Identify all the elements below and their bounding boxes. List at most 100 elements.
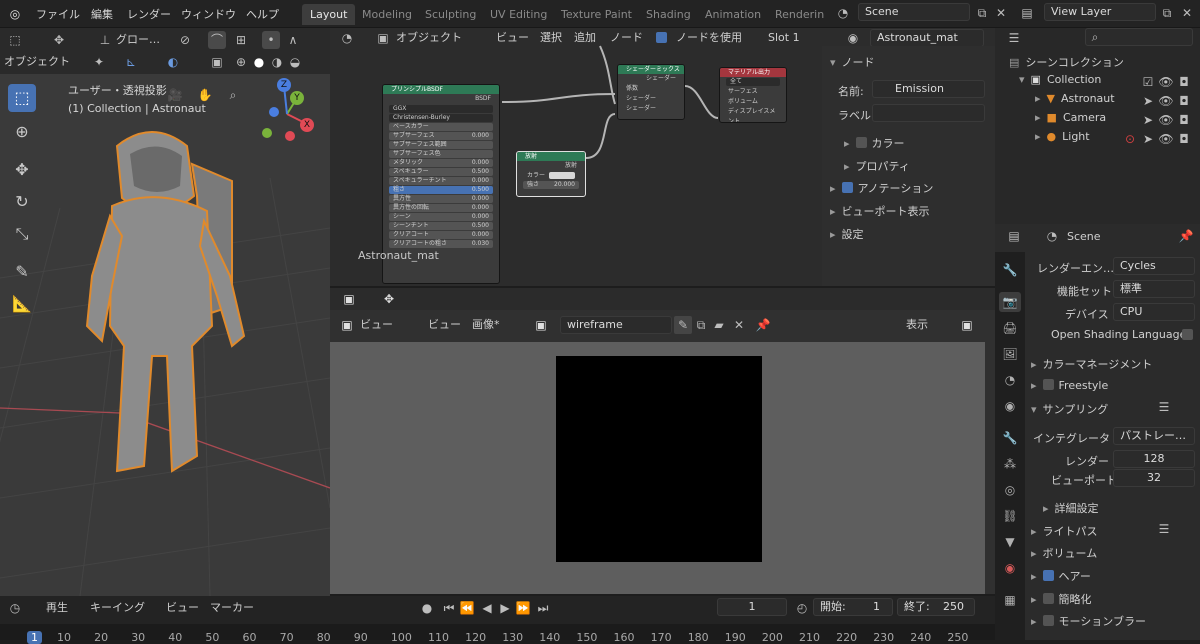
camera-view-icon[interactable]: 🎥 [166, 86, 184, 104]
simplify-panel[interactable]: ▸ 簡略化 [1031, 591, 1092, 607]
new-scene-icon[interactable]: ⧉ [973, 4, 991, 22]
menu-image[interactable]: 画像* [472, 316, 500, 334]
view-object-types-icon[interactable]: ✦ [90, 53, 108, 71]
view-layer-icon[interactable]: ▤ [1018, 4, 1036, 22]
texture-tab-icon[interactable]: ▦ [999, 590, 1021, 610]
hair-checkbox[interactable] [1042, 570, 1054, 581]
image-icon[interactable]: ▣ [338, 316, 356, 334]
display-dropdown[interactable]: 表示 [906, 316, 928, 334]
material-tab-icon[interactable]: ◉ [999, 558, 1021, 578]
editor-type-icon[interactable]: ⬚ [6, 31, 24, 49]
gizmo-toggle-icon[interactable]: ⊾ [122, 53, 140, 71]
device-dropdown[interactable]: CPU [1113, 303, 1195, 321]
measure-tool-icon[interactable]: 📐 [8, 290, 36, 318]
render-camera-icon[interactable]: ◘ [1175, 92, 1193, 110]
world-tab-icon[interactable]: ◉ [999, 396, 1021, 416]
node-input-row[interactable]: サブサーフェス色 [389, 150, 493, 158]
select-box-tool-icon[interactable]: ⬚ [8, 84, 36, 112]
material-selector[interactable]: Astronaut_mat [870, 29, 984, 47]
shading-wireframe-icon[interactable]: ⊕ [232, 53, 250, 71]
menu-edit[interactable]: 編集 [91, 6, 113, 22]
play-reverse-icon[interactable]: ◀ [478, 599, 496, 617]
tab-uv-editing[interactable]: UV Editing [482, 4, 555, 25]
osl-checkbox[interactable] [1182, 329, 1193, 340]
display-channels-icon[interactable]: ▣ [958, 316, 976, 334]
fake-user-icon[interactable]: ✎ [674, 316, 692, 334]
timeline-editor-icon[interactable]: ◷ [6, 599, 24, 617]
overlay-toggle-icon[interactable]: ◐ [164, 53, 182, 71]
integrator-dropdown[interactable]: パストレー… [1113, 427, 1195, 445]
color-management-panel[interactable]: ▸ カラーマネージメント [1031, 356, 1152, 372]
volumes-panel[interactable]: ▸ ボリューム [1031, 545, 1097, 561]
rotate-tool-icon[interactable]: ↻ [8, 188, 36, 216]
node-input-row[interactable]: スペキュラー 0.500 [389, 168, 493, 176]
node-input-row[interactable]: スペキュラーチント 0.000 [389, 177, 493, 185]
node-input-row[interactable]: クリアコート 0.000 [389, 231, 493, 239]
physics-tab-icon[interactable]: ◎ [999, 480, 1021, 500]
blender-logo-icon[interactable]: ◎ [6, 5, 24, 23]
menu-file[interactable]: ファイル [36, 6, 80, 22]
tab-rendering[interactable]: Renderin [767, 4, 832, 25]
snap-icon[interactable]: ⌒ [208, 31, 226, 49]
menu-add[interactable]: 追加 [574, 29, 596, 47]
modifier-tab-icon[interactable]: 🔧 [999, 428, 1021, 448]
sampling-panel[interactable]: ▾ サンプリング [1031, 401, 1108, 417]
outliner[interactable]: ☰ ⌕ ▤ シーンコレクション ▾ ▣ Collection ▸ ▼ Astronaut … [995, 28, 1200, 224]
output-tab-icon[interactable]: 🖨 [999, 318, 1021, 338]
menu-marker[interactable]: マーカー [210, 599, 254, 617]
particles-tab-icon[interactable]: ⁂ [999, 454, 1021, 474]
tab-texture-paint[interactable]: Texture Paint [553, 4, 640, 25]
node-label-field[interactable] [872, 104, 985, 122]
visibility-eye-icon[interactable]: 👁 [1157, 130, 1175, 148]
strength-input[interactable]: 強さ 20.000 [523, 181, 579, 189]
pivot-icon[interactable]: ⊘ [176, 31, 194, 49]
viewport-samples-field[interactable]: 32 [1113, 469, 1195, 487]
end-frame-field[interactable]: 終了: 250 [897, 598, 975, 616]
menu-view[interactable]: ビュー [428, 316, 461, 334]
transform-orientation-dropdown[interactable]: グロー… [116, 31, 160, 49]
select-arrow-icon[interactable]: ➤ [1139, 130, 1157, 148]
light-paths-panel[interactable]: ▸ ライトパス [1031, 523, 1098, 539]
advanced-subpanel[interactable]: ▸ 詳細設定 [1043, 500, 1099, 516]
outliner-editor-icon[interactable]: ☰ [1005, 29, 1023, 47]
xray-icon[interactable]: ▣ [208, 53, 226, 71]
settings-panel[interactable]: ▸ 設定 [830, 226, 864, 242]
menu-select[interactable]: 選択 [540, 29, 562, 47]
menu-help[interactable]: ヘルプ [246, 6, 279, 22]
shading-material-icon[interactable]: ◑ [268, 53, 286, 71]
pin-icon[interactable]: 📌 [1177, 227, 1195, 245]
move-tool-icon[interactable]: ✥ [8, 156, 36, 184]
select-arrow-icon[interactable]: ➤ [1139, 111, 1157, 129]
jump-keyframe-forward-icon[interactable]: ⏩ [514, 599, 532, 617]
target-dropdown[interactable]: 全て [726, 78, 780, 86]
cursor-move-icon[interactable]: ✥ [380, 290, 398, 308]
pan-hand-icon[interactable]: ✋ [196, 86, 214, 104]
menu-playback[interactable]: 再生 [46, 599, 68, 617]
freestyle-checkbox[interactable] [1042, 379, 1054, 390]
menu-render[interactable]: レンダー [127, 6, 171, 22]
freestyle-panel[interactable]: ▸ Freestyle [1031, 379, 1108, 392]
stopwatch-icon[interactable]: ◴ [793, 599, 811, 617]
node-input-row[interactable]: 異方性 0.000 [389, 195, 493, 203]
render-camera-icon[interactable]: ◘ [1175, 130, 1193, 148]
constraints-tab-icon[interactable]: ⛓ [999, 506, 1021, 526]
transform-orientation-icon[interactable]: ⊥ [96, 31, 114, 49]
move-icon[interactable]: ✥ [50, 31, 68, 49]
shader-type-dropdown[interactable]: オブジェクト [396, 29, 462, 47]
properties-subpanel[interactable]: ▸ プロパティ [844, 158, 910, 174]
material-icon[interactable]: ◉ [844, 29, 862, 47]
simplify-checkbox[interactable] [1042, 593, 1054, 604]
3d-viewport[interactable]: ⬚ ✥ ⊥ グロー… ⊘ ⌒ ⊞ • ∧ オブジェクト ✦ ⊾ ◐ ▣ ⊕ ● … [0, 28, 330, 596]
gizmo-y[interactable]: Y [290, 91, 304, 105]
color-input[interactable]: カラー [523, 172, 579, 180]
hair-panel[interactable]: ▸ ヘアー [1031, 568, 1091, 584]
slot-dropdown[interactable]: Slot 1 [768, 29, 800, 47]
cursor-tool-icon[interactable]: ⊕ [8, 118, 36, 146]
use-nodes-checkbox[interactable] [656, 32, 667, 43]
distribution-dropdown[interactable]: GGX [389, 105, 493, 113]
render-camera-icon[interactable]: ◘ [1175, 73, 1193, 91]
jump-end-icon[interactable]: ⏭ [534, 599, 552, 617]
node-input-row[interactable]: 粗さ 0.500 [389, 186, 493, 194]
snap-target-icon[interactable]: ⊞ [232, 31, 250, 49]
visibility-eye-icon[interactable]: 👁 [1157, 111, 1175, 129]
